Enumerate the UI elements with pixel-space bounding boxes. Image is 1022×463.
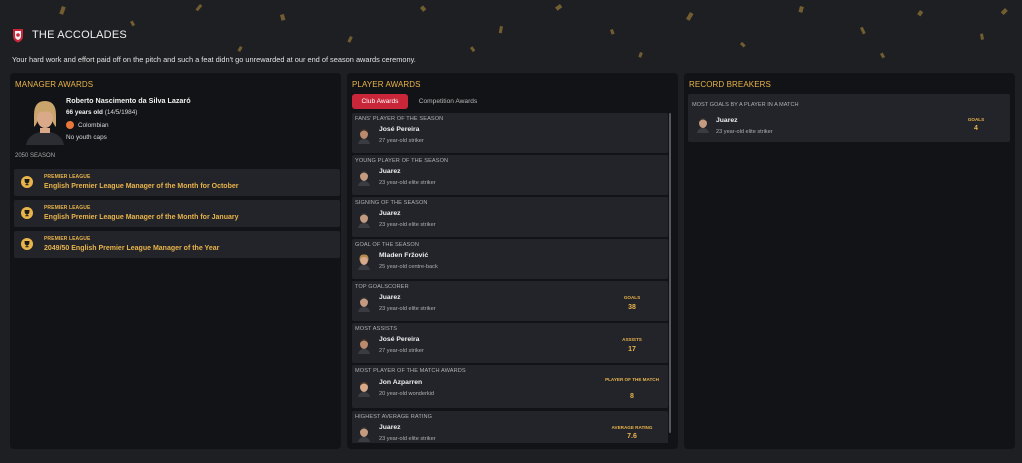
manager-portrait[interactable] — [22, 97, 68, 145]
stat-label: PLAYER OF THE MATCH — [605, 377, 659, 382]
player-name[interactable]: Juarez — [379, 294, 401, 301]
tab-competition-awards[interactable]: Competition Awards — [411, 94, 485, 109]
season-label: 2050 SEASON — [15, 153, 56, 159]
player-desc: 27 year-old striker — [379, 138, 424, 144]
player-awards-title: PLAYER AWARDS — [352, 80, 421, 89]
stat-label: AVERAGE RATING — [611, 425, 653, 430]
award-category: TOP GOALSCORER — [355, 284, 409, 290]
record-breakers-panel: RECORD BREAKERS MOST GOALS BY A PLAYER I… — [684, 73, 1015, 449]
player-name[interactable]: Juarez — [716, 117, 738, 124]
colombia-flag-icon — [66, 121, 74, 129]
award-category: HIGHEST AVERAGE RATING — [355, 414, 433, 420]
trophy-icon — [21, 176, 33, 188]
list-item[interactable]: GOAL OF THE SEASON Mladen Fržović 25 yea… — [352, 239, 668, 279]
award-category: GOAL OF THE SEASON — [355, 242, 419, 248]
player-awards-list[interactable]: FANS' PLAYER OF THE SEASON José Pereira … — [352, 113, 668, 443]
award-category: MOST PLAYER OF THE MATCH AWARDS — [355, 368, 466, 374]
stat-label: GOALS — [623, 295, 641, 300]
player-name[interactable]: José Pereira — [379, 126, 419, 133]
player-face-icon — [358, 382, 370, 397]
award-category: SIGNING OF THE SEASON — [355, 200, 428, 206]
list-item[interactable]: YOUNG PLAYER OF THE SEASON Juarez 23 yea… — [352, 155, 668, 195]
manager-nationality-label: Colombian — [78, 121, 109, 129]
manager-award-item[interactable]: PREMIER LEAGUE English Premier League Ma… — [14, 169, 340, 196]
page-title: THE ACCOLADES — [32, 29, 127, 41]
manager-dob: (14/5/1984) — [104, 109, 138, 116]
award-title[interactable]: English Premier League Manager of the Mo… — [44, 214, 238, 221]
stat-label: ASSISTS — [622, 337, 642, 342]
manager-awards-title: MANAGER AWARDS — [15, 80, 94, 89]
award-title[interactable]: English Premier League Manager of the Mo… — [44, 183, 238, 190]
award-league: PREMIER LEAGUE — [44, 174, 91, 180]
stat-label: GOALS — [967, 117, 985, 122]
tab-club-awards[interactable]: Club Awards — [352, 94, 408, 109]
award-league: PREMIER LEAGUE — [44, 205, 91, 211]
player-face-icon — [358, 254, 370, 270]
manager-age-value: 66 years old — [66, 109, 103, 116]
page-subtitle: Your hard work and effort paid off on th… — [12, 55, 416, 64]
player-face-icon — [358, 213, 370, 228]
list-item[interactable]: SIGNING OF THE SEASON Juarez 23 year-old… — [352, 197, 668, 237]
award-category: FANS' PLAYER OF THE SEASON — [355, 116, 444, 122]
list-item[interactable]: MOST PLAYER OF THE MATCH AWARDS Jon Azpa… — [352, 365, 668, 408]
record-item[interactable]: MOST GOALS BY A PLAYER IN A MATCH Juarez… — [688, 94, 1010, 142]
stat-value: 8 — [630, 393, 634, 400]
player-desc: 27 year-old striker — [379, 348, 424, 354]
player-face-icon — [358, 171, 370, 186]
manager-age: 66 years old (14/5/1984) — [66, 109, 137, 116]
list-item[interactable]: MOST ASSISTS José Pereira 27 year-old st… — [352, 323, 668, 363]
award-category: YOUNG PLAYER OF THE SEASON — [355, 158, 449, 164]
list-item[interactable]: TOP GOALSCORER Juarez 23 year-old elite … — [352, 281, 668, 321]
manager-name[interactable]: Roberto Nascimento da Silva Lazaró — [66, 96, 191, 105]
award-title[interactable]: 2049/50 English Premier League Manager o… — [44, 245, 219, 252]
player-desc: 25 year-old centre-back — [379, 264, 438, 270]
player-name[interactable]: Juarez — [379, 424, 401, 431]
award-league: PREMIER LEAGUE — [44, 236, 91, 242]
club-crest-icon — [13, 29, 23, 43]
record-breakers-title: RECORD BREAKERS — [689, 80, 771, 89]
manager-nationality: Colombian — [66, 121, 109, 129]
player-desc: 20 year-old wonderkid — [379, 391, 435, 397]
player-name[interactable]: Jon Azparren — [379, 379, 422, 386]
page-header: THE ACCOLADES — [12, 26, 127, 44]
stat-value: 4 — [974, 125, 978, 132]
list-item[interactable]: HIGHEST AVERAGE RATING Juarez 23 year-ol… — [352, 411, 668, 443]
award-category: MOST ASSISTS — [355, 326, 398, 332]
player-face-icon — [358, 427, 370, 442]
stat-value: 17 — [628, 346, 636, 353]
player-name[interactable]: José Pereira — [379, 336, 419, 343]
list-item[interactable]: FANS' PLAYER OF THE SEASON José Pereira … — [352, 113, 668, 153]
player-name[interactable]: Juarez — [379, 210, 401, 217]
manager-awards-panel: MANAGER AWARDS Roberto Nascimento da Sil… — [10, 73, 341, 449]
player-desc: 23 year-old elite striker — [379, 222, 436, 228]
player-desc: 23 year-old elite striker — [379, 180, 436, 186]
player-name[interactable]: Juarez — [379, 168, 401, 175]
player-awards-scrollbar[interactable] — [669, 113, 671, 433]
player-face-icon — [697, 118, 709, 133]
player-awards-panel: PLAYER AWARDS Club Awards Competition Aw… — [347, 73, 678, 449]
trophy-icon — [21, 238, 33, 250]
manager-award-item[interactable]: PREMIER LEAGUE English Premier League Ma… — [14, 200, 340, 227]
record-category: MOST GOALS BY A PLAYER IN A MATCH — [692, 102, 799, 108]
stat-value: 7.6 — [627, 433, 637, 440]
player-desc: 23 year-old elite striker — [379, 306, 436, 312]
player-desc: 23 year-old elite striker — [716, 129, 773, 135]
manager-award-item[interactable]: PREMIER LEAGUE 2049/50 English Premier L… — [14, 231, 340, 258]
trophy-icon — [21, 207, 33, 219]
player-face-icon — [358, 297, 370, 312]
manager-youth-caps: No youth caps — [66, 134, 107, 141]
stat-value: 38 — [628, 304, 636, 311]
player-face-icon — [358, 339, 370, 354]
player-name[interactable]: Mladen Fržović — [379, 252, 428, 259]
player-face-icon — [358, 129, 370, 144]
player-desc: 23 year-old elite striker — [379, 436, 436, 442]
confetti-decoration — [59, 3, 1008, 59]
